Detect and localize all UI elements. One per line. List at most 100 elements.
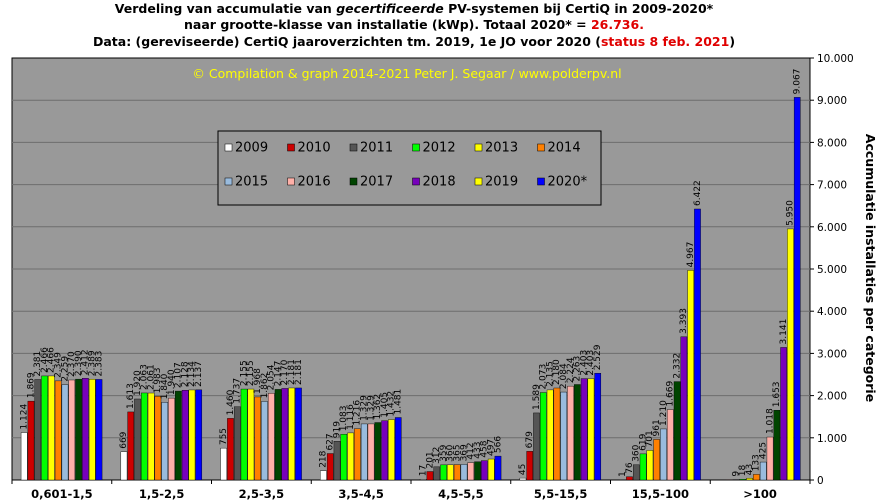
bar	[61, 384, 69, 481]
legend-swatch	[412, 143, 420, 152]
bar	[134, 398, 141, 481]
data-label: 755	[219, 428, 229, 445]
bar	[20, 432, 28, 481]
legend-swatch	[349, 177, 358, 186]
bar	[181, 390, 189, 481]
legend-label: 2013	[485, 141, 518, 156]
title-line-3-part-c: )	[729, 34, 735, 49]
legend-swatch	[474, 177, 483, 186]
legend-label: 2018	[423, 175, 456, 190]
bar	[467, 462, 475, 481]
bar	[546, 389, 554, 481]
data-label: 1.481	[394, 389, 404, 415]
bar	[75, 378, 82, 481]
legend-swatch	[287, 177, 295, 186]
bar	[580, 378, 588, 481]
bar	[320, 470, 327, 481]
data-label: 218	[319, 450, 329, 467]
bar	[233, 406, 241, 481]
legend: 2009 2010 2011 2012 2013 2014 2015 2016 2017 2018…	[217, 130, 602, 206]
bar	[82, 378, 89, 481]
data-label: 2.181	[294, 359, 304, 385]
bar	[553, 387, 561, 481]
bar	[687, 270, 694, 481]
chart-title-line-2: naar grootte-klasse van installatie (kWp…	[184, 17, 644, 32]
bar	[394, 417, 402, 481]
legend-swatch	[224, 177, 233, 186]
y-tick-label: 1.000	[817, 433, 847, 445]
bar	[220, 447, 227, 481]
legend-label: 2019	[485, 175, 518, 190]
bar	[347, 432, 354, 481]
y-axis-ticks: 0 1.000 2.000 3.000 4.000 5.000 6.000 7.000 8.00…	[810, 53, 854, 487]
bar	[367, 423, 375, 481]
bar	[574, 384, 581, 481]
legend-swatch	[349, 143, 358, 152]
x-tick-label: 3,5-4,5	[338, 487, 384, 501]
data-label: 9.067	[793, 69, 803, 95]
bar	[168, 397, 175, 481]
y-tick-label: 9.000	[817, 95, 847, 107]
bar	[267, 393, 275, 481]
bar	[247, 388, 255, 481]
data-label: 1.653	[772, 381, 782, 407]
data-label: 6.422	[693, 180, 703, 206]
bar	[68, 379, 76, 481]
data-label: 2.332	[672, 353, 682, 379]
data-label: 4.967	[686, 242, 696, 268]
y-tick-label: 4.000	[817, 306, 847, 318]
bar	[295, 387, 302, 481]
data-label: 669	[119, 431, 129, 448]
y-tick-label: 6.000	[817, 222, 847, 234]
bar	[340, 434, 348, 481]
legend-label: 2012	[423, 141, 456, 156]
bar	[374, 422, 382, 481]
y-tick-label: 0	[817, 475, 824, 487]
data-label: 45	[518, 464, 528, 475]
bar	[460, 464, 468, 481]
bar	[587, 378, 595, 481]
bar	[419, 479, 427, 481]
bar	[739, 479, 747, 481]
x-tick-label: 1,5-2,5	[139, 487, 185, 501]
x-tick-label: >100	[743, 487, 777, 501]
bar	[88, 378, 96, 481]
bar	[360, 423, 368, 481]
bar	[141, 392, 148, 481]
bar	[474, 461, 481, 481]
y-tick-label: 3.000	[817, 348, 847, 360]
bar	[440, 464, 447, 481]
legend-box	[217, 130, 602, 206]
x-tick-label: 0,601-1,5	[31, 487, 93, 501]
legend-swatch	[224, 143, 233, 152]
bar	[787, 228, 794, 481]
legend-swatch	[537, 177, 545, 186]
bar	[274, 389, 282, 481]
data-label: 2.529	[593, 344, 603, 370]
chart: Verdeling van accumulatie van gecertific…	[11, 1, 878, 501]
x-axis-ticks: 0,601-1,5 1,5-2,5 2,5-3,5 3,5-4,5 4,5-5,5 5,5…	[11, 480, 811, 501]
y-tick-label: 2.000	[817, 391, 847, 403]
bar	[48, 375, 55, 481]
bar	[254, 396, 261, 481]
bar	[494, 455, 502, 481]
legend-label: 2020*	[548, 175, 588, 190]
bar	[481, 460, 488, 481]
data-label: 2.137	[194, 361, 204, 387]
y-tick-label: 10.000	[817, 53, 854, 65]
legend-label: 2011	[360, 141, 393, 156]
y-axis-label: Accumulatie installaties per categorie	[863, 134, 878, 402]
legend-swatch	[474, 143, 483, 152]
data-label: 1.669	[666, 381, 676, 407]
bar	[487, 458, 495, 481]
bar	[453, 464, 461, 481]
title-line-2-total: 26.736.	[591, 17, 644, 32]
bar	[793, 97, 801, 481]
x-tick-label: 4,5-5,5	[438, 487, 484, 501]
chart-title-line-3: Data: (gereviseerde) CertiQ jaaroverzich…	[93, 34, 735, 49]
x-tick-label: 5,5-15,5	[534, 487, 588, 501]
chart-title-line-1: Verdeling van accumulatie van gecertific…	[115, 1, 714, 16]
bar	[567, 385, 574, 481]
data-label: 679	[525, 431, 535, 448]
data-label: 76	[625, 462, 635, 474]
